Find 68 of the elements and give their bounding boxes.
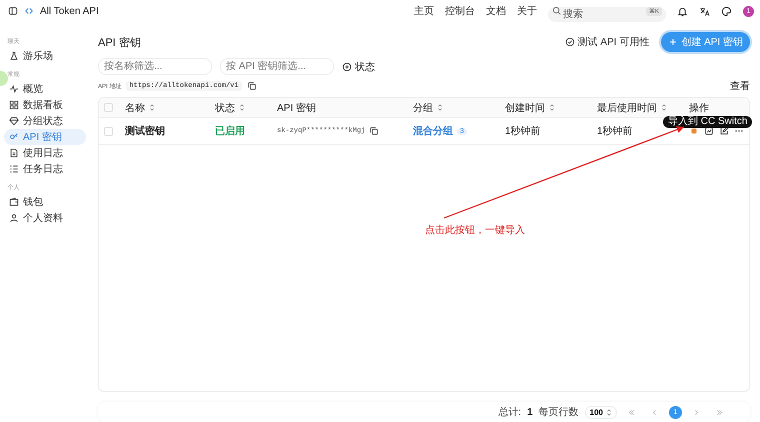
column-header[interactable]: 状态 <box>215 100 235 114</box>
column-header: API 密钥 <box>277 102 316 114</box>
rows-per-page-select[interactable]: 100 <box>584 406 617 418</box>
tooltip: 导入到 CC Switch <box>663 116 752 128</box>
wallet-icon <box>9 197 19 207</box>
translate-icon[interactable] <box>699 6 710 16</box>
chart-icon[interactable] <box>704 126 714 136</box>
total-count: 1 <box>527 406 533 418</box>
page-title: API 密钥 <box>98 36 141 50</box>
document-icon <box>9 148 19 158</box>
row-checkbox[interactable] <box>104 126 113 136</box>
sidebar-item[interactable]: 分组状态 <box>4 113 86 129</box>
column-header: 操作 <box>689 102 709 114</box>
sidebar-item[interactable]: 使用日志 <box>4 145 86 161</box>
table-cell-text: 1秒钟前 <box>597 124 633 138</box>
gem-icon <box>9 116 19 126</box>
column-header[interactable]: 分组 <box>413 100 433 114</box>
group-link[interactable]: 混合分组 <box>413 124 453 138</box>
sidebar-item[interactable]: 任务日志 <box>4 161 86 177</box>
copy-icon[interactable] <box>369 126 380 136</box>
rows-per-page-label: 每页行数 <box>538 406 579 419</box>
nav-link[interactable]: 主页 <box>414 4 434 18</box>
select-all-checkbox[interactable] <box>104 103 113 112</box>
sidebar-item[interactable]: API 密钥 <box>4 129 86 145</box>
sidebar-item[interactable]: 概览 <box>4 81 86 97</box>
column-header[interactable]: 名称 <box>125 100 145 114</box>
user-icon <box>9 213 19 223</box>
key-icon <box>9 132 19 142</box>
import-icon[interactable] <box>689 126 699 136</box>
sort-icon <box>606 408 612 416</box>
copy-icon[interactable] <box>246 81 257 91</box>
circle-plus-icon <box>342 62 352 72</box>
sidebar-toggle-icon[interactable] <box>8 6 18 16</box>
annotation-text: 点击此按钮，一键导入 <box>425 224 525 237</box>
pulse-icon <box>9 84 19 94</box>
column-header[interactable]: 创建时间 <box>505 100 545 114</box>
table-cell-text: 1秒钟前 <box>505 124 541 138</box>
flask-icon <box>9 51 19 61</box>
table-cell-text: 测试密钥 <box>125 124 165 138</box>
notification-icon[interactable] <box>677 6 688 16</box>
sidebar-item[interactable]: 个人资料 <box>4 210 86 226</box>
column-header[interactable]: 最后使用时间 <box>597 100 657 114</box>
list-icon <box>9 164 19 174</box>
grid-icon <box>9 100 19 110</box>
total-label: 总计: <box>498 406 522 419</box>
filter-field[interactable]: 按名称筛选... <box>98 58 212 75</box>
status-filter-button[interactable]: 状态 <box>342 60 375 74</box>
sidebar-item[interactable]: 数据看板 <box>4 97 86 113</box>
sort-icon[interactable] <box>549 103 555 112</box>
sort-icon[interactable] <box>239 103 245 112</box>
search-icon <box>552 6 562 16</box>
sort-icon[interactable] <box>437 103 443 112</box>
edit-icon[interactable] <box>719 126 729 136</box>
app-name: All Token API <box>40 6 99 16</box>
nav-link[interactable]: 控制台 <box>445 4 475 18</box>
palette-icon[interactable] <box>721 6 732 16</box>
status-text: 已启用 <box>215 124 245 138</box>
check-circle-icon <box>564 37 575 47</box>
logo-icon <box>24 6 34 16</box>
nav-link[interactable]: 关于 <box>517 4 537 18</box>
filter-field[interactable]: 按 API 密钥筛选... <box>220 58 334 75</box>
plus-icon <box>668 37 678 47</box>
sidebar-item[interactable]: 钱包 <box>4 194 86 210</box>
nav-link[interactable]: 文档 <box>486 4 506 18</box>
sort-icon[interactable] <box>661 103 667 112</box>
view-button[interactable]: 查看 <box>730 79 750 93</box>
sort-icon[interactable] <box>149 103 155 112</box>
sidebar-item[interactable]: 游乐场 <box>4 48 86 64</box>
